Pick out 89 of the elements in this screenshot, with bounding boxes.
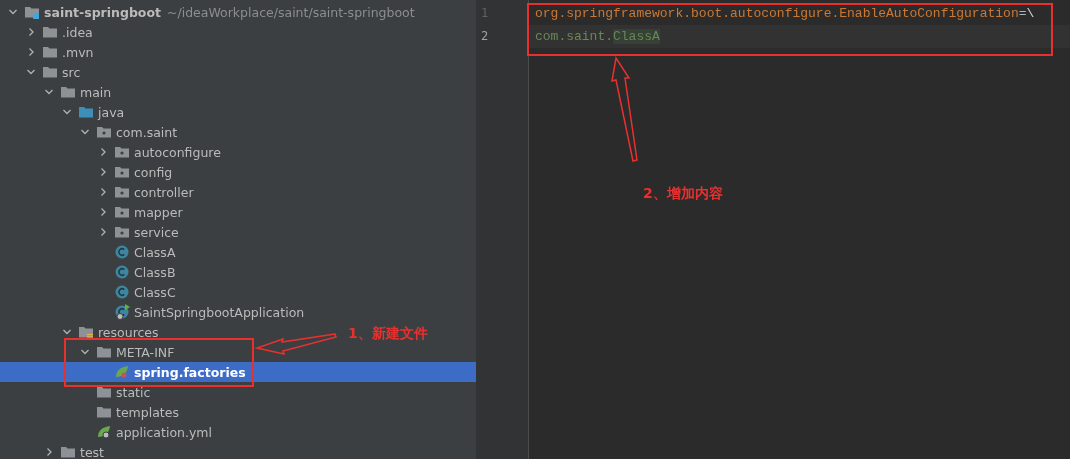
tree-item[interactable]: templates	[0, 402, 183, 422]
tree-item-label: com.saint	[116, 124, 178, 140]
tree-item[interactable]: resources	[0, 322, 163, 342]
folder-icon	[42, 44, 58, 60]
tree-item[interactable]: service	[0, 222, 183, 242]
tree-item[interactable]: test	[0, 442, 108, 459]
tree-item[interactable]: saint-springboot ~/ideaWorkplace/saint/saint-springboot	[0, 2, 419, 22]
tree-item-label: .idea	[62, 24, 93, 40]
chevron-down-icon[interactable]	[80, 347, 90, 357]
folder-icon	[42, 24, 58, 40]
class-icon	[114, 264, 130, 280]
chevron-right-icon[interactable]	[98, 187, 108, 197]
tree-item[interactable]: controller	[0, 182, 198, 202]
tree-item[interactable]: application.yml	[0, 422, 216, 442]
chevron-right-icon[interactable]	[26, 47, 36, 57]
tree-item-label: application.yml	[116, 424, 212, 440]
tree-item[interactable]: mapper	[0, 202, 187, 222]
tree-item-label: service	[134, 224, 179, 240]
package-folder-icon	[114, 204, 130, 220]
annotation-label: 1、新建文件	[348, 325, 428, 343]
tree-item-label: META-INF	[116, 344, 175, 360]
folder-icon	[96, 384, 112, 400]
folder-icon	[78, 104, 94, 120]
chevron-down-icon[interactable]	[8, 7, 18, 17]
class-icon	[114, 244, 130, 260]
tree-item-label: src	[62, 64, 81, 80]
tree-item[interactable]: ClassA	[0, 242, 180, 262]
tree-item[interactable]: .mvn	[0, 42, 98, 62]
tree-item-label: controller	[134, 184, 194, 200]
project-path: ~/ideaWorkplace/saint/saint-springboot	[167, 4, 415, 20]
tree-item-label: ClassC	[134, 284, 176, 300]
tree-item-label: autoconfigure	[134, 144, 221, 160]
tree-item-label: config	[134, 164, 173, 180]
code-line: org.springframework.boot.autoconfigure.EnableAutoConfiguration=\	[534, 5, 1036, 23]
tree-item[interactable]: ClassC	[0, 282, 180, 302]
tree-item[interactable]: com.saint	[0, 122, 182, 142]
tree-item-label: templates	[116, 404, 179, 420]
chevron-down-icon[interactable]	[80, 127, 90, 137]
tree-item-label: .mvn	[62, 44, 94, 60]
chevron-down-icon[interactable]	[26, 67, 36, 77]
tree-item-label: resources	[98, 324, 159, 340]
chevron-right-icon[interactable]	[98, 227, 108, 237]
class-icon	[114, 284, 130, 300]
annotation-label: 2、增加内容	[643, 185, 723, 203]
package-folder-icon	[114, 224, 130, 240]
tree-item[interactable]: main	[0, 82, 116, 102]
chevron-right-icon[interactable]	[44, 447, 54, 457]
chevron-down-icon[interactable]	[62, 107, 72, 117]
tree-item-label: saint-springboot	[44, 4, 161, 20]
tree-item[interactable]: autoconfigure	[0, 142, 225, 162]
folder-icon	[42, 64, 58, 80]
chevron-right-icon[interactable]	[26, 27, 36, 37]
line-number: 2	[480, 28, 490, 45]
tree-item[interactable]: java	[0, 102, 129, 122]
tree-item-label: ClassA	[134, 244, 176, 260]
tree-item-label: spring.factories	[134, 364, 246, 380]
module-folder-icon	[24, 4, 40, 20]
tree-item-label: java	[98, 104, 125, 120]
resources-folder-icon	[78, 324, 94, 340]
tree-item-label: main	[80, 84, 112, 100]
chevron-right-icon[interactable]	[98, 207, 108, 217]
tree-item[interactable]: config	[0, 162, 177, 182]
folder-icon	[96, 344, 112, 360]
package-folder-icon	[114, 184, 130, 200]
chevron-down-icon[interactable]	[62, 327, 72, 337]
folder-icon	[60, 84, 76, 100]
tree-item[interactable]: ClassB	[0, 262, 180, 282]
tree-item[interactable]: META-INF	[0, 342, 179, 362]
chevron-right-icon[interactable]	[98, 147, 108, 157]
tree-item[interactable]: static	[0, 382, 155, 402]
leaf-icon	[96, 424, 112, 440]
tree-item[interactable]: SaintSpringbootApplication	[0, 302, 309, 322]
tree-item-label: mapper	[134, 204, 183, 220]
tree-item-label: ClassB	[134, 264, 176, 280]
tree-item-label: test	[80, 444, 104, 459]
folder-icon	[60, 444, 76, 459]
tree-item[interactable]: spring.factories	[0, 362, 476, 382]
package-folder-icon	[114, 144, 130, 160]
package-folder-icon	[114, 164, 130, 180]
chevron-down-icon[interactable]	[44, 87, 54, 97]
tree-item[interactable]: src	[0, 62, 85, 82]
tree-item-label: SaintSpringbootApplication	[134, 304, 305, 320]
tree-item[interactable]: .idea	[0, 22, 97, 42]
tree-item-label: static	[116, 384, 151, 400]
chevron-right-icon[interactable]	[98, 167, 108, 177]
leaf-icon	[114, 364, 130, 380]
package-folder-icon	[96, 124, 112, 140]
application-class-icon	[114, 304, 130, 320]
folder-icon	[96, 404, 112, 420]
